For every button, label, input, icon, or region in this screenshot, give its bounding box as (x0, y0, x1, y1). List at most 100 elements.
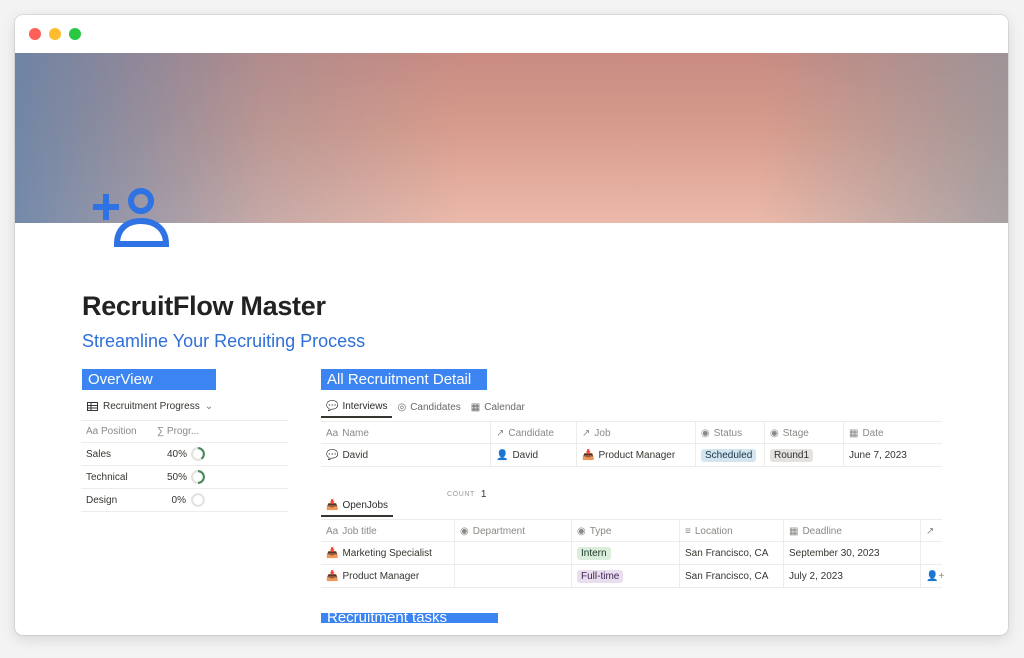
table-row[interactable]: 📥 Product Manager Full-time San Francisco… (321, 565, 945, 588)
title-bar (15, 15, 1008, 53)
relation-cell[interactable] (921, 542, 942, 565)
tab-label: Calendar (484, 401, 525, 413)
add-user-icon: 👤 (496, 450, 509, 461)
column-header-candidate[interactable]: ↗ Candidate (491, 422, 577, 445)
tab-openjobs[interactable]: 📥 OpenJobs (321, 495, 394, 517)
status-cell[interactable]: Scheduled (696, 444, 765, 467)
openjobs-tabs: 📥 OpenJobs (321, 495, 394, 517)
add-user-icon: 👤+ (926, 571, 945, 582)
name-cell[interactable]: 💬 David (321, 444, 491, 467)
table-header-row: Aa Position ∑ Progr... (81, 420, 288, 443)
view-tabs: 💬 Interviews ◎ Candidates ▦ Calendar (321, 396, 530, 418)
calendar-icon: ▦ (849, 428, 859, 439)
chat-bubbles-icon: 💬 (326, 450, 339, 461)
text-property-icon: Aa (86, 426, 102, 437)
location-cell[interactable]: San Francisco, CA (680, 542, 784, 565)
department-cell[interactable] (455, 542, 572, 565)
tab-label: OpenJobs (342, 499, 389, 511)
interviews-table: Aa Name ↗ Candidate ↗ Job ◉ Status ◉ Stage ▦ D… (321, 421, 942, 467)
all-recruitment-detail-heading: All Recruitment Detail (321, 369, 487, 390)
inbox-tray-icon: 📥 (326, 548, 339, 559)
column-header-location[interactable]: ≡ Location (680, 520, 784, 543)
relation-cell[interactable]: 👤+ (921, 565, 945, 588)
view-label: Recruitment Progress (103, 401, 200, 412)
page-subtitle: Streamline Your Recruiting Process (82, 331, 366, 351)
column-header-department[interactable]: ◉ Department (455, 520, 572, 543)
zoom-window-button[interactable] (69, 28, 81, 40)
select-property-icon: ◉ (577, 526, 586, 537)
progress-ring (191, 447, 205, 461)
position-cell: Sales (86, 448, 112, 460)
tab-candidates[interactable]: ◎ Candidates (392, 396, 465, 418)
type-cell[interactable]: Full-time (572, 565, 680, 588)
relation-arrow-icon: ↗ (496, 428, 505, 439)
inbox-tray-icon: 📥 (326, 499, 339, 511)
tab-label: Candidates (410, 401, 461, 413)
deadline-cell[interactable]: September 30, 2023 (784, 542, 921, 565)
type-badge: Full-time (577, 570, 624, 583)
table-row[interactable]: Design 0% (81, 489, 288, 512)
stage-badge: Round1 (770, 449, 814, 462)
column-header-status[interactable]: ◉ Status (696, 422, 765, 445)
job-title-cell[interactable]: 📥 Marketing Specialist (321, 542, 455, 565)
relation-arrow-icon: ↗ (582, 428, 591, 439)
column-header-type[interactable]: ◉ Type (572, 520, 680, 543)
table-row[interactable]: 📥 Marketing Specialist Intern San Francis… (321, 542, 942, 565)
minimize-window-button[interactable] (49, 28, 61, 40)
heading-text: Recruitment tasks (327, 613, 448, 623)
app-window: RecruitFlow Master Streamline Your Recru… (15, 15, 1008, 635)
count-label: COUNT (447, 491, 475, 498)
column-header-stage[interactable]: ◉ Stage (765, 422, 844, 445)
tab-label: Interviews (342, 400, 388, 412)
person-circle-icon: ◎ (397, 401, 407, 413)
progress-percent: 50% (167, 471, 188, 483)
table-header-row: Aa Name ↗ Candidate ↗ Job ◉ Status ◉ Stage ▦ D… (321, 421, 942, 445)
text-property-icon: Aa (326, 526, 339, 537)
overview-heading: OverView (82, 369, 216, 390)
column-header-job-title[interactable]: Aa Job title (321, 520, 455, 543)
status-property-icon: ◉ (701, 428, 710, 439)
tab-calendar[interactable]: ▦ Calendar (466, 396, 530, 418)
date-cell[interactable]: June 7, 2023 (844, 444, 942, 467)
chevron-down-icon: ⌄ (204, 401, 214, 412)
progress-table: Aa Position ∑ Progr... Sales 40% Technic… (81, 420, 288, 512)
close-window-button[interactable] (29, 28, 41, 40)
openjobs-table: Aa Job title ◉ Department ◉ Type ≡ Location … (321, 519, 945, 588)
location-cell[interactable]: San Francisco, CA (680, 565, 784, 588)
inbox-tray-icon: 📥 (582, 450, 595, 461)
deadline-cell[interactable]: July 2, 2023 (784, 565, 921, 588)
sigma-icon: ∑ (157, 426, 167, 437)
table-row[interactable]: Technical 50% (81, 466, 288, 489)
table-row[interactable]: 💬 David 👤 David 📥 Product Manager Scheduled… (321, 444, 942, 467)
position-cell: Technical (86, 471, 128, 483)
position-cell: Design (86, 494, 118, 506)
table-row[interactable]: Sales 40% (81, 443, 288, 466)
column-header-date[interactable]: ▦ Date (844, 422, 942, 445)
table-icon (87, 402, 98, 411)
column-header-name[interactable]: Aa Name (321, 422, 491, 445)
relation-arrow-icon: ↗ (926, 526, 935, 537)
column-header-progress[interactable]: ∑ Progr... (157, 426, 199, 437)
stage-cell[interactable]: Round1 (765, 444, 844, 467)
select-property-icon: ◉ (770, 428, 779, 439)
column-header-relation[interactable]: ↗ (921, 520, 942, 543)
text-property-icon: Aa (326, 428, 339, 439)
department-cell[interactable] (455, 565, 572, 588)
candidate-cell[interactable]: 👤 David (491, 444, 577, 467)
tab-interviews[interactable]: 💬 Interviews (321, 396, 393, 418)
column-header-deadline[interactable]: ▦ Deadline (784, 520, 921, 543)
type-cell[interactable]: Intern (572, 542, 680, 565)
job-cell[interactable]: 📥 Product Manager (577, 444, 696, 467)
select-property-icon: ◉ (460, 526, 469, 537)
count-summary[interactable]: COUNT 1 (447, 489, 486, 500)
view-selector-recruitment-progress[interactable]: Recruitment Progress ⌄ (87, 401, 213, 412)
column-header-job[interactable]: ↗ Job (577, 422, 696, 445)
job-title-cell[interactable]: 📥 Product Manager (321, 565, 455, 588)
calendar-icon: ▦ (789, 526, 799, 537)
type-badge: Intern (577, 547, 611, 560)
column-header-position[interactable]: Aa Position (86, 426, 137, 437)
count-value: 1 (480, 489, 487, 500)
add-user-icon[interactable] (91, 187, 173, 249)
progress-percent: 40% (167, 448, 188, 460)
progress-percent: 0% (171, 494, 186, 506)
